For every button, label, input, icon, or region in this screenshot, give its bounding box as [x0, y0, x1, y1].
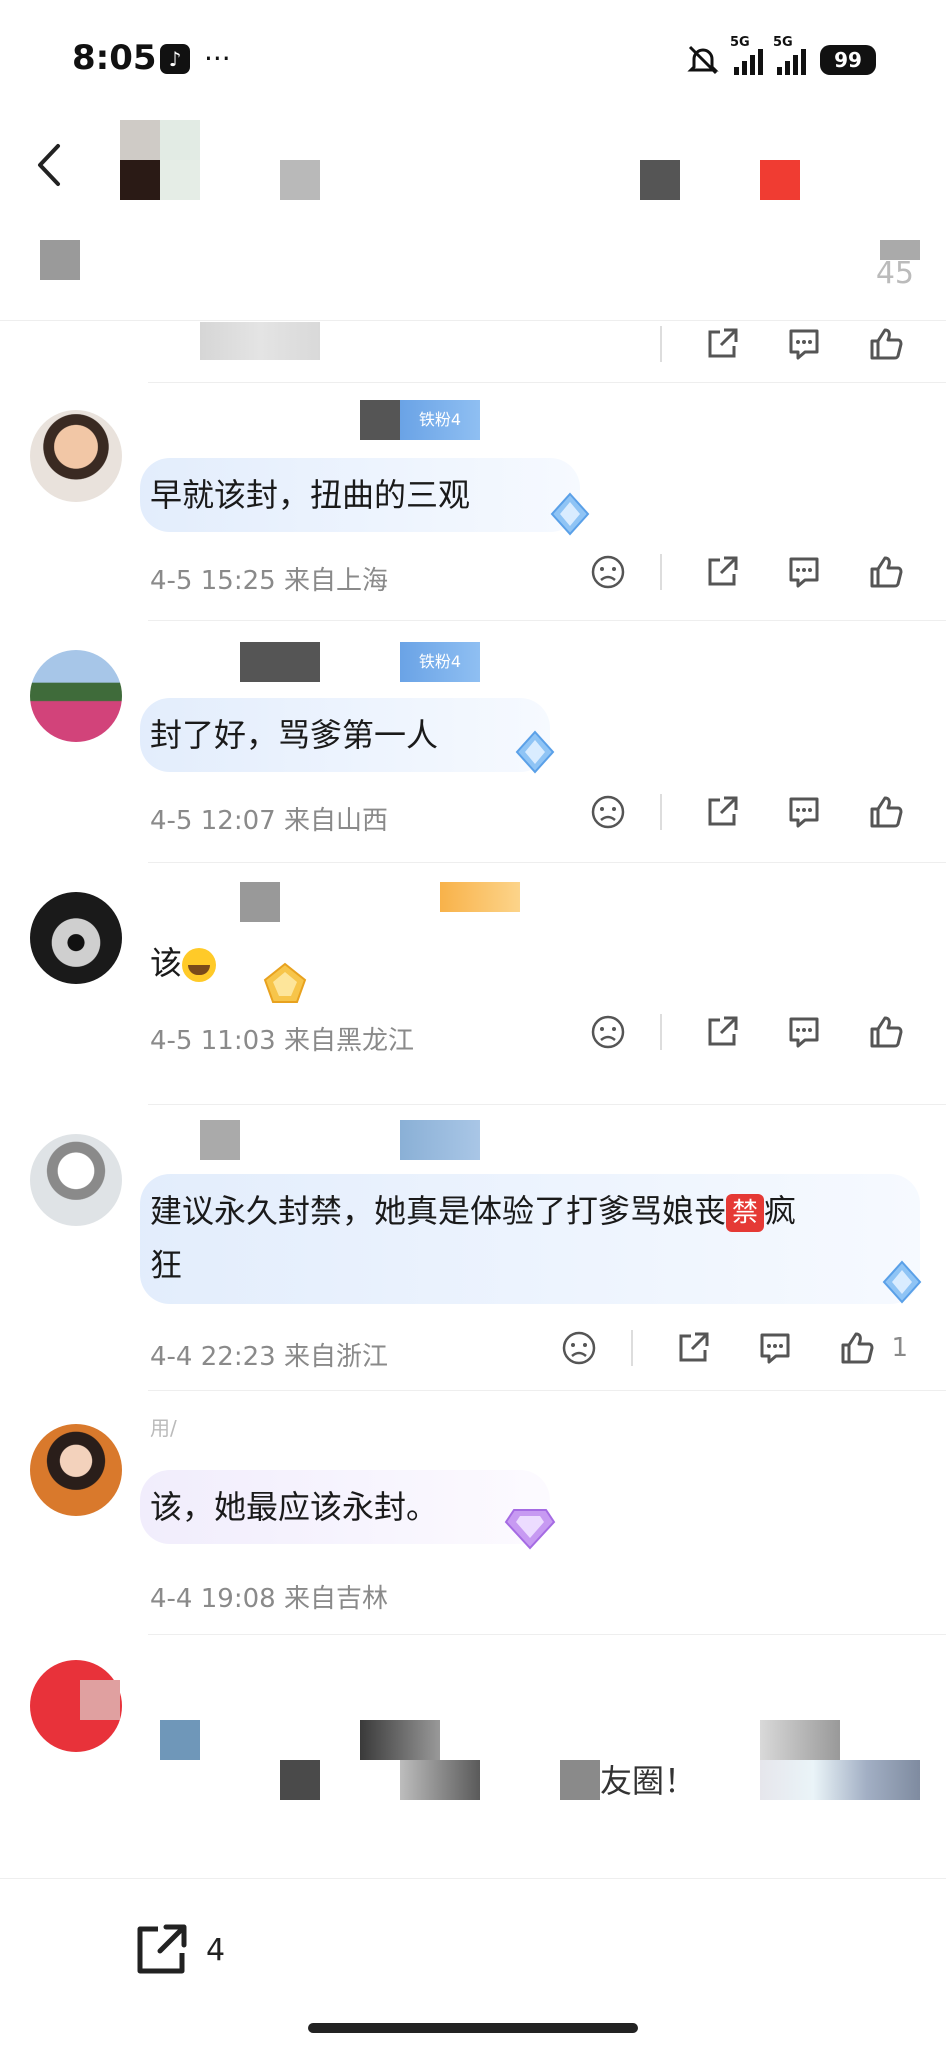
share-icon[interactable] — [700, 322, 744, 366]
comment-text[interactable]: 该 — [150, 936, 217, 990]
reply-icon[interactable] — [782, 550, 826, 594]
redacted-block — [360, 1720, 440, 1760]
comment-item: 该 4-5 11:03 来自黑龙江 — [0, 882, 946, 1112]
redacted-block — [560, 1760, 600, 1800]
comment-text[interactable]: 封了好，骂爹第一人 — [150, 708, 438, 762]
comment-item: 用/ 该，她最应该永封。 4-4 19:08 来自吉林 — [0, 1416, 946, 1644]
share-icon[interactable] — [700, 1010, 744, 1054]
divider — [148, 1634, 946, 1635]
redacted-badge — [440, 882, 520, 912]
share-icon[interactable] — [130, 1919, 192, 1981]
like-icon[interactable] — [864, 790, 908, 834]
divider — [148, 382, 946, 383]
diamond-badge-icon — [515, 730, 555, 774]
reply-icon[interactable] — [782, 790, 826, 834]
status-time: 8:05 — [72, 38, 157, 78]
redacted-username — [240, 882, 280, 922]
comment-text[interactable]: 该，她最应该永封。 — [150, 1480, 438, 1534]
status-bar: 8:05 ♪ ··· 5G 5G 99 — [0, 0, 946, 110]
redacted-block — [280, 1760, 320, 1800]
dislike-icon[interactable] — [586, 790, 630, 834]
comment-item: 建议永久封禁，她真是体验了打爹骂娘丧禁疯 狂 4-4 22:23 来自浙江 1 — [0, 1120, 946, 1414]
redacted-block — [400, 1760, 480, 1800]
home-indicator[interactable] — [308, 2023, 638, 2033]
header — [0, 110, 946, 220]
comment-meta: 4-5 11:03 来自黑龙江 — [150, 1026, 414, 1056]
avatar[interactable] — [30, 892, 122, 984]
redacted-block — [760, 1720, 840, 1760]
more-notifications-icon: ··· — [204, 42, 231, 75]
comment-text[interactable]: 建议永久封禁，她真是体验了打爹骂娘丧禁疯 狂 — [150, 1184, 890, 1292]
status-indicators: 5G 5G 99 — [686, 35, 876, 80]
avatar[interactable] — [30, 650, 122, 742]
diamond-badge-icon — [882, 1260, 922, 1304]
comment-item: 铁粉4 封了好，骂爹第一人 4-5 12:07 来自山西 — [0, 642, 946, 870]
divider — [148, 862, 946, 863]
share-icon[interactable] — [700, 550, 744, 594]
comment-meta: 4-4 22:23 来自浙江 — [150, 1342, 388, 1372]
redacted-block — [760, 1760, 920, 1800]
like-icon[interactable] — [864, 550, 908, 594]
avatar[interactable] — [30, 1424, 122, 1516]
comment-item-partial: 友圈！ — [0, 1660, 946, 1870]
share-icon[interactable] — [700, 790, 744, 834]
redacted-username: 用/ — [150, 1416, 177, 1440]
signal-icon-2: 5G — [773, 35, 806, 75]
divider — [148, 1390, 946, 1391]
like-count: 1 — [891, 1333, 908, 1363]
sub-header-bar: 45 — [0, 220, 946, 321]
redacted-username — [360, 400, 400, 440]
comment-meta: 4-5 15:25 来自上海 — [150, 566, 388, 596]
like-icon[interactable] — [864, 1010, 908, 1054]
reply-icon[interactable] — [782, 1010, 826, 1054]
avatar[interactable] — [30, 1134, 122, 1226]
banned-word-tag: 禁 — [726, 1194, 765, 1232]
mute-icon — [687, 45, 719, 75]
comment-text-fragment: 友圈！ — [600, 1762, 697, 1800]
like-icon[interactable] — [835, 1326, 879, 1370]
like-icon[interactable] — [864, 322, 908, 366]
bottom-bar: 4 — [0, 1878, 946, 2049]
redacted-block — [160, 1720, 200, 1760]
dislike-icon[interactable] — [586, 1010, 630, 1054]
diamond-badge-icon — [550, 492, 590, 536]
back-arrow-icon[interactable] — [30, 140, 70, 190]
fan-badge: 铁粉4 — [400, 642, 480, 682]
partial-comment-row — [0, 322, 946, 382]
fan-badge: 铁粉4 — [400, 400, 480, 440]
post-count: 45 — [875, 256, 914, 291]
divider — [148, 1104, 946, 1105]
share-count: 4 — [206, 1933, 226, 1968]
battery-indicator: 99 — [820, 45, 876, 75]
comment-text[interactable]: 早就该封，扭曲的三观 — [150, 468, 470, 522]
gold-badge-icon — [263, 962, 307, 1003]
redacted-username — [240, 642, 320, 682]
laughing-emoji-icon — [182, 948, 217, 982]
redacted-block — [80, 1680, 120, 1720]
dislike-icon[interactable] — [557, 1326, 601, 1370]
purple-diamond-badge-icon — [504, 1509, 556, 1550]
dislike-icon[interactable] — [586, 550, 630, 594]
divider — [148, 620, 946, 621]
avatar[interactable] — [30, 410, 122, 502]
comment-meta: 4-5 12:07 来自山西 — [150, 806, 388, 836]
redacted-block — [40, 240, 80, 280]
redacted-username — [200, 1120, 240, 1160]
comment-item: 铁粉4 早就该封，扭曲的三观 4-5 15:25 来自上海 — [0, 400, 946, 630]
reply-icon[interactable] — [753, 1326, 797, 1370]
reply-icon[interactable] — [782, 322, 826, 366]
share-icon[interactable] — [671, 1326, 715, 1370]
tiktok-notification-icon: ♪ — [160, 44, 190, 74]
redacted-block — [200, 322, 320, 360]
signal-icon: 5G — [730, 35, 763, 75]
redacted-badge — [400, 1120, 480, 1160]
comment-meta: 4-4 19:08 来自吉林 — [150, 1584, 388, 1614]
